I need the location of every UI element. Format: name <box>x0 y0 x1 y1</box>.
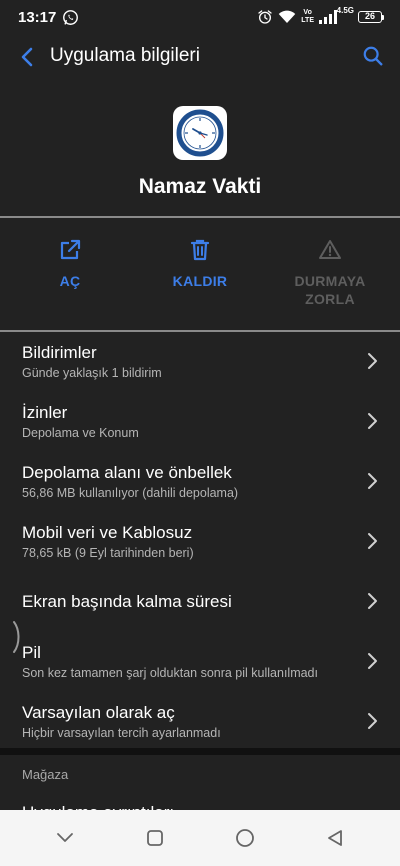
nav-back-button[interactable] <box>315 818 355 858</box>
back-arrow-icon <box>21 47 33 67</box>
signal-label: 4.5G <box>336 6 354 15</box>
warning-icon <box>319 240 341 259</box>
chevron-right-icon <box>368 593 377 609</box>
list-item-subtitle: 78,65 kB (9 Eyl tarihinden beri) <box>22 546 194 560</box>
open-button[interactable]: AÇ <box>15 238 125 290</box>
status-bar: 13:17 Vo LTE 4.5G 26 <box>0 0 400 34</box>
list-item-subtitle: Günde yaklaşık 1 bildirim <box>22 366 162 380</box>
recents-icon <box>147 830 163 846</box>
list-item-title: Mobil veri ve Kablosuz <box>22 523 193 542</box>
list-item-subtitle: Hiçbir varsayılan tercih ayarlanmadı <box>22 726 221 740</box>
nav-collapse-button[interactable] <box>45 818 85 858</box>
status-left: 13:17 <box>18 9 79 26</box>
nav-recents-button[interactable] <box>135 818 175 858</box>
list-item-title: Depolama alanı ve önbellek <box>22 463 232 482</box>
alarm-icon <box>257 9 273 25</box>
trash-icon <box>190 239 210 261</box>
section-separator <box>0 748 400 755</box>
app-name: Namaz Vakti <box>138 175 262 198</box>
list-item-title: Varsayılan olarak aç <box>22 703 175 722</box>
list-item-permissions[interactable]: İzinler Depolama ve Konum <box>0 392 400 452</box>
chevron-right-icon <box>368 473 377 489</box>
list-item-subtitle: Depolama ve Konum <box>22 426 139 440</box>
open-external-icon <box>60 239 81 260</box>
open-button-label: AÇ <box>59 273 81 289</box>
list-item-title: Bildirimler <box>22 343 97 362</box>
edge-handle-icon[interactable] <box>12 620 22 654</box>
navigation-bar <box>0 810 400 866</box>
signal-icon: 4.5G <box>319 7 354 24</box>
list-item-title: Pil <box>22 643 41 662</box>
list-item-mobile-data[interactable]: Mobil veri ve Kablosuz 78,65 kB (9 Eyl t… <box>0 512 400 572</box>
home-icon <box>236 829 254 847</box>
nav-home-button[interactable] <box>225 818 265 858</box>
whatsapp-icon <box>62 9 79 26</box>
list-item-notifications[interactable]: Bildirimler Günde yaklaşık 1 bildirim <box>0 332 400 392</box>
list-item-battery[interactable]: Pil Son kez tamamen şarj olduktan sonra … <box>0 632 400 692</box>
back-triangle-icon <box>328 830 342 846</box>
page-title: Uygulama bilgileri <box>50 45 200 66</box>
force-stop-button[interactable]: DURMAYA ZORLA <box>275 238 385 308</box>
search-button[interactable] <box>360 43 386 69</box>
action-buttons: AÇ KALDIR DURMAYA ZORLA <box>0 218 400 330</box>
status-time: 13:17 <box>18 8 57 26</box>
uninstall-button-label: KALDIR <box>172 273 228 289</box>
chevron-right-icon <box>368 713 377 729</box>
chevron-right-icon <box>368 653 377 669</box>
app-header: Namaz Vakti <box>0 78 400 218</box>
chevron-right-icon <box>368 353 377 369</box>
list-item-title: İzinler <box>22 403 68 422</box>
list-item-screen-time[interactable]: Ekran başında kalma süresi <box>0 572 400 632</box>
settings-list: Bildirimler Günde yaklaşık 1 bildirim İz… <box>0 332 400 752</box>
wifi-icon <box>278 9 296 25</box>
app-icon <box>173 106 227 160</box>
list-item-subtitle: 56,86 MB kullanılıyor (dahili depolama) <box>22 486 239 500</box>
app-bar: Uygulama bilgileri <box>0 34 400 78</box>
volte-icon: Vo LTE <box>301 9 314 24</box>
battery-level: 26 <box>358 11 382 23</box>
store-section-header: Mağaza <box>22 767 69 782</box>
list-item-open-by-default[interactable]: Varsayılan olarak aç Hiçbir varsayılan t… <box>0 692 400 752</box>
clock-app-icon <box>176 109 224 157</box>
chevron-right-icon <box>368 533 377 549</box>
list-item-storage[interactable]: Depolama alanı ve önbellek 56,86 MB kull… <box>0 452 400 512</box>
uninstall-button[interactable]: KALDIR <box>145 238 255 290</box>
battery-icon: 26 <box>358 11 384 23</box>
search-icon <box>363 46 383 66</box>
back-button[interactable] <box>14 44 40 70</box>
chevron-down-icon <box>57 833 73 842</box>
status-right: Vo LTE 4.5G 26 <box>257 7 384 25</box>
chevron-right-icon <box>368 413 377 429</box>
list-item-subtitle: Son kez tamamen şarj olduktan sonra pil … <box>22 666 318 680</box>
list-item-title: Ekran başında kalma süresi <box>22 592 232 611</box>
force-stop-button-label: DURMAYA ZORLA <box>294 273 366 307</box>
